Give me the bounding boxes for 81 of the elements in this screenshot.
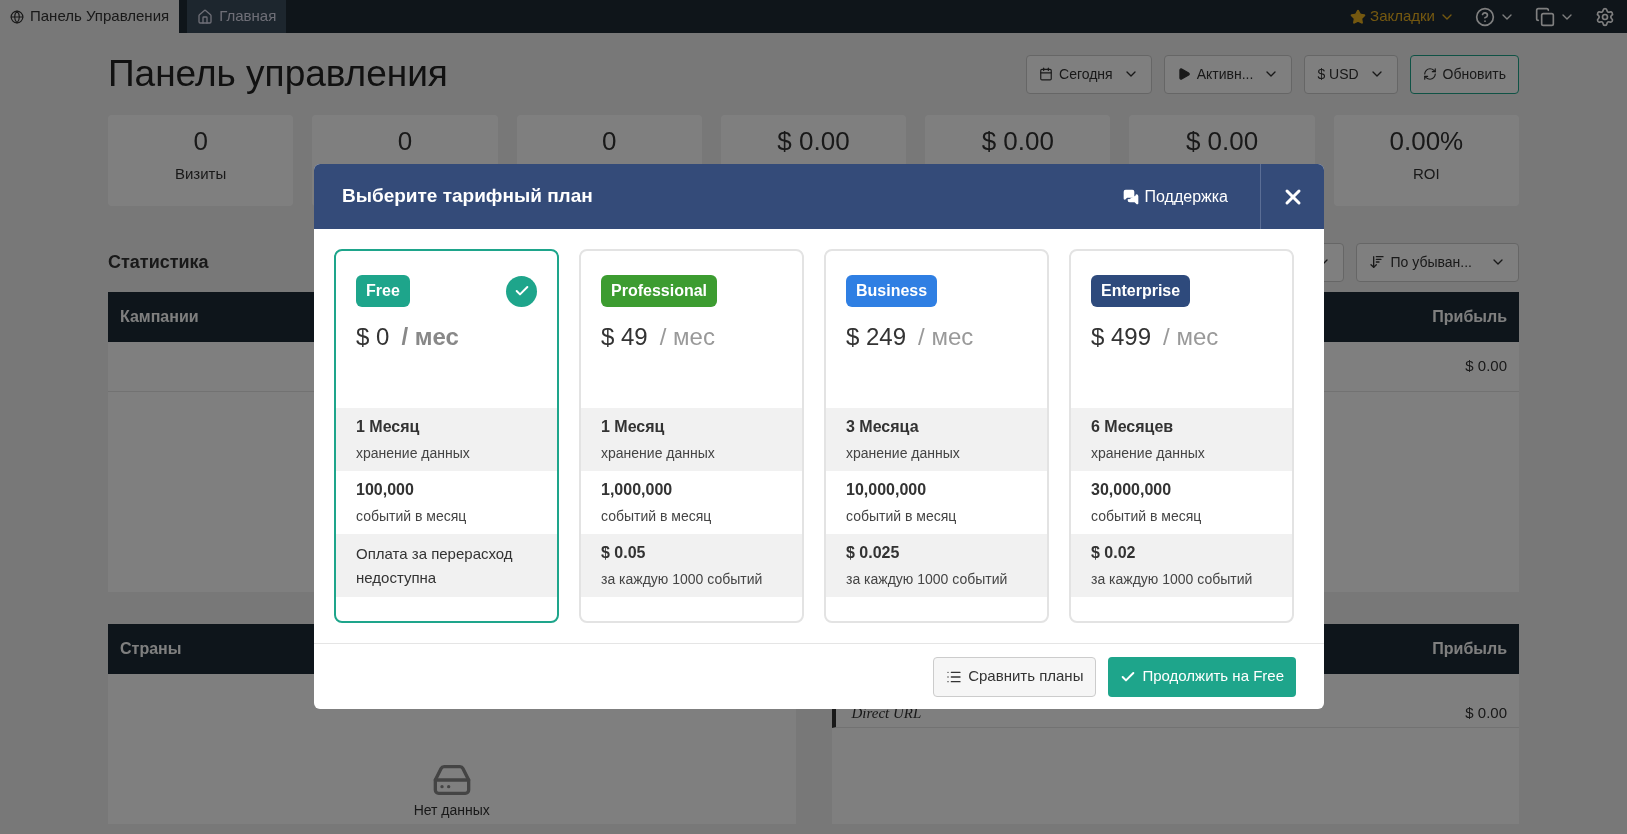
plan-name: Professional <box>601 275 718 307</box>
column-header: Страны <box>120 639 182 659</box>
feature-label: хранение данных <box>601 444 716 463</box>
feature-label: за каждую 1000 событий <box>1091 570 1254 589</box>
plan-name: Enterprise <box>1091 275 1191 307</box>
star-icon <box>1350 8 1367 25</box>
filter-dropdown[interactable]: Активн... <box>1163 54 1293 94</box>
feature-label: хранение данных <box>356 444 471 463</box>
feature-value: $ 0.05 <box>601 543 647 563</box>
feature-value: 3 Месяца <box>846 417 920 437</box>
refresh-icon <box>1422 67 1437 81</box>
plan-name: Business <box>846 275 938 307</box>
feature-value: 1 Месяц <box>601 417 666 437</box>
section-title: Статистика <box>108 250 209 274</box>
stat-value: 0 <box>397 125 413 158</box>
feature-value: 1,000,000 <box>601 480 674 500</box>
stat-value: $ 0.00 <box>1185 125 1259 158</box>
play-icon <box>1176 67 1191 81</box>
stat-label: Визиты <box>175 164 227 184</box>
plan-period: / мес <box>1163 322 1219 352</box>
feature-label: событий в месяц <box>1091 507 1203 526</box>
column-header: Кампании <box>120 307 199 327</box>
plan-name: Free <box>356 275 410 307</box>
plan-period: / мес <box>401 322 459 352</box>
check-icon <box>506 275 537 307</box>
plan-card[interactable]: Free $ 0 / мес 1 Месяц хранение данных 100,000 событий в месяц Оплата за перерасход недоступна <box>334 249 559 623</box>
feature-value: $ 0.025 <box>846 543 901 563</box>
filter-dropdown[interactable]: Сегодня <box>1026 54 1152 94</box>
sort-dropdown[interactable]: По убыван... <box>1355 242 1519 282</box>
feature-value: 30,000,000 <box>1091 480 1173 500</box>
table-cell-text: $ 0.00 <box>1465 703 1507 723</box>
plan-price: $ 49 <box>601 322 648 352</box>
feature-label: хранение данных <box>846 444 961 463</box>
feature-label: хранение данных <box>1091 444 1206 463</box>
feature-note: Оплата за перерасход недоступна <box>356 543 514 588</box>
home-icon <box>197 8 214 25</box>
feature-value: 6 Месяцев <box>1091 417 1175 437</box>
settings-icon[interactable] <box>1595 6 1615 27</box>
stat-value: $ 0.00 <box>981 125 1054 158</box>
column-header: Прибыль <box>1432 639 1507 659</box>
support-button[interactable]: Поддержка <box>1090 164 1260 229</box>
feature-value: $ 0.02 <box>1091 543 1137 563</box>
nav-tab[interactable]: Главная <box>187 0 287 33</box>
chat-icon <box>1122 188 1139 205</box>
feature-label: за каждую 1000 событий <box>601 570 764 589</box>
empty-message: Нет данных <box>413 801 490 820</box>
feature-value: 10,000,000 <box>846 480 928 500</box>
plan-price: $ 249 <box>846 322 907 352</box>
plan-period: / мес <box>659 322 715 352</box>
column-header: Прибыль <box>1432 307 1507 327</box>
nav-tab[interactable]: Панель Управления <box>0 0 180 33</box>
page-title: Панель управления <box>108 52 448 97</box>
plan-card[interactable]: Enterprise $ 499 / мес 6 Месяцев хранение данных 30,000,000 событий в месяц $ 0.02 за каждую 1000 событий <box>1069 249 1294 623</box>
plan-period: / мес <box>918 322 974 352</box>
feature-value: 100,000 <box>356 480 415 500</box>
table-cell-text: $ 0.00 <box>1465 356 1507 377</box>
calendar-icon <box>1039 67 1053 81</box>
stat-value: 0 <box>193 125 208 158</box>
filter-dropdown[interactable]: $ USD <box>1304 54 1398 94</box>
refresh-button[interactable]: Обновить <box>1409 54 1519 94</box>
stat-value: $ 0.00 <box>777 125 850 158</box>
globe-icon <box>10 9 24 24</box>
feature-label: за каждую 1000 событий <box>846 570 1009 589</box>
help-icon <box>1475 6 1495 27</box>
stat-value: 0 <box>601 125 617 158</box>
plan-card[interactable]: Professional $ 49 / мес 1 Месяц хранение данных 1,000,000 событий в месяц $ 0.05 за каждую 1000 событий <box>579 249 804 623</box>
feature-label: событий в месяц <box>601 507 713 526</box>
feature-label: событий в месяц <box>356 507 468 526</box>
feature-value: 1 Месяц <box>356 417 421 437</box>
compare-button[interactable]: Сравнить планы <box>933 656 1097 697</box>
stat-value: 0.00% <box>1389 125 1464 158</box>
dialog-title: Выберите тарифный план <box>341 184 594 209</box>
continue-button[interactable]: Продолжить на Free <box>1108 656 1296 697</box>
plan-card[interactable]: Business $ 249 / мес 3 Месяца хранение данных 10,000,000 событий в месяц $ 0.025 за каждую 1000 событий <box>824 249 1049 623</box>
plan-price: $ 499 <box>1091 322 1152 352</box>
stat-label: ROI <box>1413 164 1440 184</box>
feature-label: событий в месяц <box>846 507 958 526</box>
bookmarks-menu[interactable]: Закладки <box>1350 5 1455 28</box>
plan-price: $ 0 <box>356 322 390 352</box>
windows-icon <box>1535 6 1555 27</box>
sort-icon <box>1368 254 1385 270</box>
